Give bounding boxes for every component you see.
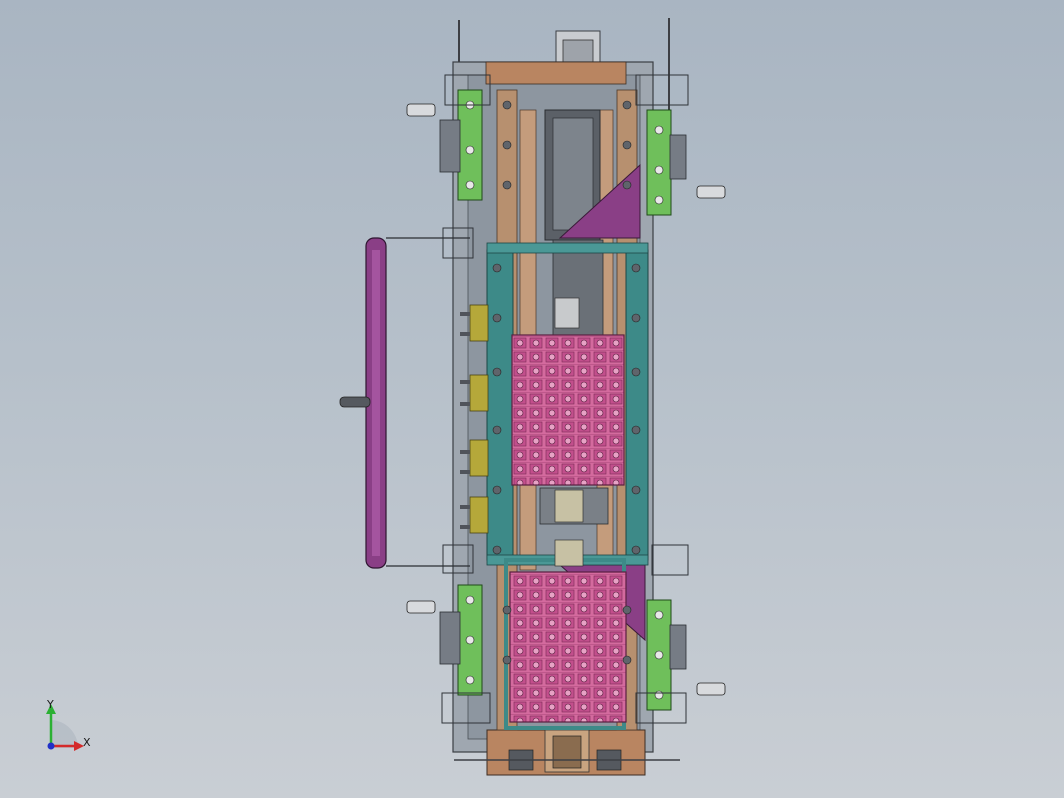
olive-block-4: [469, 496, 489, 534]
fixture-plate-lower: [509, 571, 627, 723]
coordinate-triad-icon: [46, 704, 84, 751]
green-clamp-bottom-left: [439, 584, 483, 696]
olive-block-2: [469, 374, 489, 412]
fixture-plate-upper: [511, 334, 625, 486]
outline-bracket-mbr: [651, 544, 689, 576]
teal-rail-right: [625, 249, 649, 561]
olive-block-3: [469, 439, 489, 477]
green-clamp-top-right: [646, 109, 687, 216]
top-bronze-plate: [485, 61, 627, 85]
teal-crossbar-top: [486, 242, 649, 254]
teal-rail-left: [486, 249, 514, 561]
triad-x-label: X: [83, 736, 91, 749]
triad-y-label: Y: [47, 698, 54, 711]
green-clamp-top-left: [439, 89, 483, 201]
cad-viewport[interactable]: [0, 0, 1064, 798]
olive-block-1: [469, 304, 489, 342]
machine-assembly[interactable]: [339, 18, 726, 776]
purple-handle[interactable]: [339, 237, 470, 569]
